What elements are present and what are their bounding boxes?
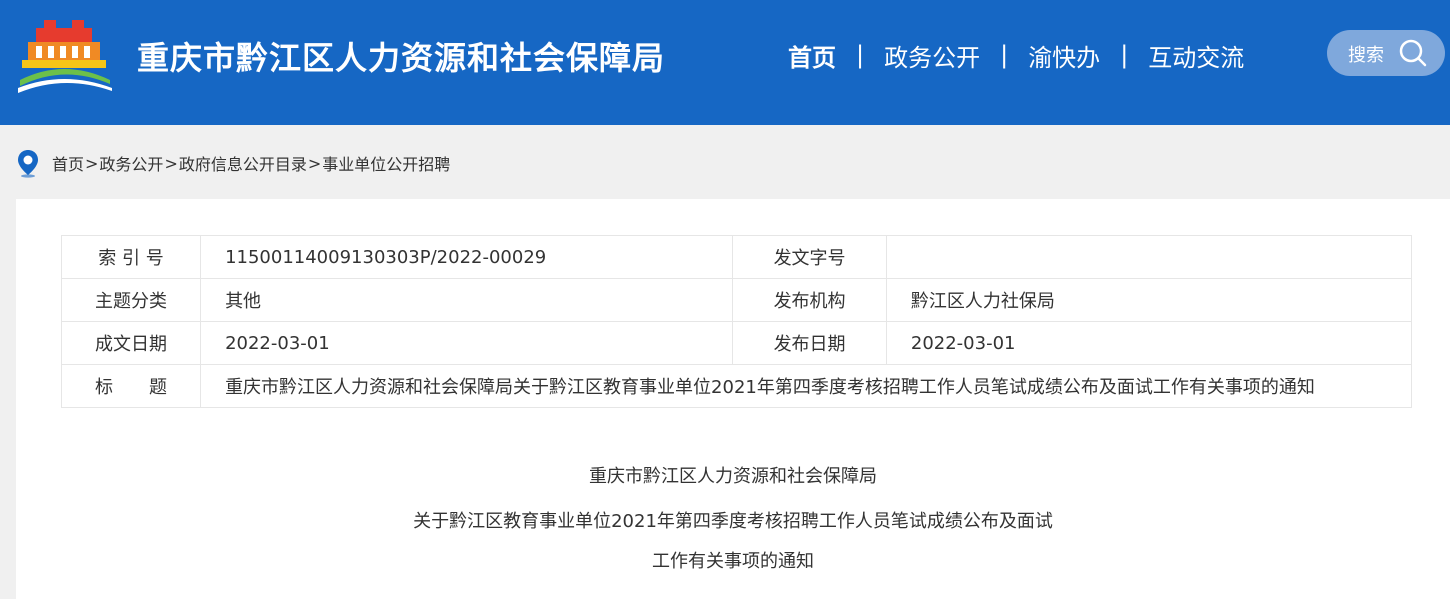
published-date-value: 2022-03-01: [885, 321, 1413, 365]
main-nav: 首页 | 政务公开 | 渝快办 | 互动交流: [788, 38, 1244, 72]
breadcrumb-separator: >: [307, 153, 322, 173]
title-value: 重庆市黔江区人力资源和社会保障局关于黔江区教育事业单位2021年第四季度考核招聘…: [200, 364, 1412, 408]
table-row: 主题分类 其他 发布机构 黔江区人力社保局: [60, 278, 1413, 322]
index-number-value: 11500114009130303P/2022-00029: [200, 235, 734, 279]
table-row: 成文日期 2022-03-01 发布日期 2022-03-01: [60, 321, 1413, 365]
written-date-value: 2022-03-01: [200, 321, 734, 365]
table-row: 索 引 号 11500114009130303P/2022-00029 发文字号: [60, 235, 1413, 279]
topic-value: 其他: [200, 278, 734, 322]
document-number-label: 发文字号: [732, 235, 887, 279]
document-metadata-table: 索 引 号 11500114009130303P/2022-00029 发文字号…: [60, 235, 1413, 408]
document-number-value: [885, 235, 1413, 279]
document-heading-line-2: 关于黔江区教育事业单位2021年第四季度考核招聘工作人员笔试成绩公布及面试: [413, 511, 1053, 532]
nav-item-government-affairs[interactable]: 政务公开: [884, 38, 980, 73]
breadcrumb-separator: >: [164, 153, 178, 173]
topic-label: 主题分类: [60, 278, 202, 322]
breadcrumb-item-recruitment[interactable]: 事业单位公开招聘: [322, 151, 450, 175]
breadcrumb-item-government-affairs[interactable]: 政务公开: [99, 151, 163, 175]
nav-item-home[interactable]: 首页: [788, 38, 836, 73]
table-row: 标 题 重庆市黔江区人力资源和社会保障局关于黔江区教育事业单位2021年第四季度…: [60, 364, 1412, 408]
breadcrumb-separator: >: [85, 153, 99, 173]
nav-separator: |: [1000, 41, 1009, 69]
document-heading-line-3: 工作有关事项的通知: [652, 551, 814, 572]
nav-item-yukuaiban[interactable]: 渝快办: [1028, 38, 1100, 73]
breadcrumb-item-home[interactable]: 首页: [52, 151, 84, 175]
published-date-label: 发布日期: [732, 321, 887, 365]
site-title: 重庆市黔江区人力资源和社会保障局: [137, 39, 666, 77]
nav-separator: |: [1120, 41, 1129, 69]
content-card: 索 引 号 11500114009130303P/2022-00029 发文字号…: [16, 199, 1450, 599]
written-date-label: 成文日期: [60, 321, 202, 365]
nav-separator: |: [856, 41, 865, 69]
title-label: 标 题: [60, 364, 202, 408]
breadcrumb-item-info-directory[interactable]: 政府信息公开目录: [179, 151, 307, 175]
index-number-label: 索 引 号: [60, 235, 202, 279]
location-pin-icon: [18, 150, 38, 178]
nav-item-interaction[interactable]: 互动交流: [1148, 38, 1244, 73]
issuer-label: 发布机构: [732, 278, 887, 322]
search-icon: [1399, 39, 1427, 67]
breadcrumb: 首页 > 政务公开 > 政府信息公开目录 > 事业单位公开招聘: [16, 148, 450, 178]
bureau-logo-icon[interactable]: [14, 14, 114, 94]
document-heading-line-1: 重庆市黔江区人力资源和社会保障局: [589, 466, 877, 487]
site-header: 重庆市黔江区人力资源和社会保障局 首页 | 政务公开 | 渝快办 | 互动交流 …: [0, 0, 1450, 125]
issuer-value: 黔江区人力社保局: [885, 278, 1413, 322]
search-label: 搜索: [1348, 45, 1384, 66]
search-button[interactable]: 搜索: [1327, 30, 1445, 76]
